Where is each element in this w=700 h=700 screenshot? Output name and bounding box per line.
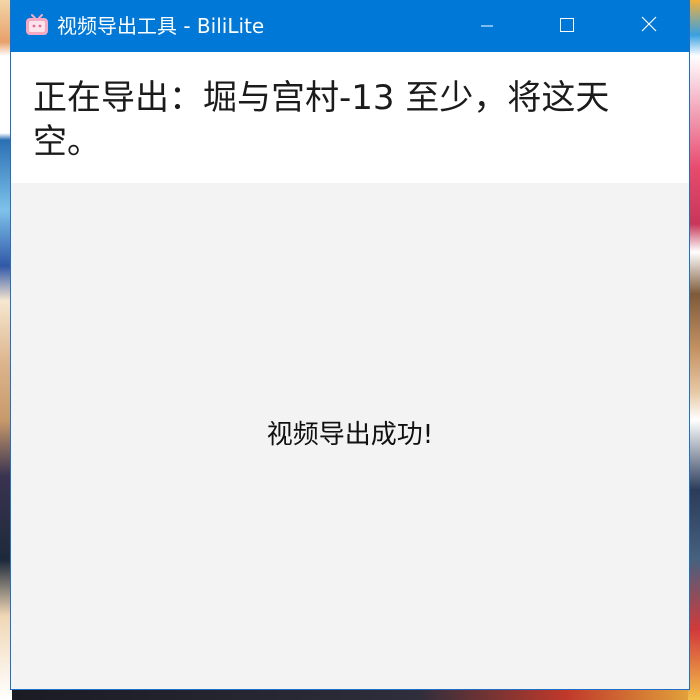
close-icon bbox=[641, 16, 657, 36]
close-button[interactable] bbox=[609, 0, 689, 52]
window-title: 视频导出工具 - BiliLite bbox=[57, 14, 265, 38]
minimize-button[interactable] bbox=[447, 0, 527, 52]
export-title: 正在导出：堀与宫村-13 至少，将这天空。 bbox=[33, 78, 610, 162]
export-content-area: 视频导出成功! bbox=[11, 183, 689, 689]
background-thumbnails-right bbox=[688, 0, 700, 700]
background-thumbnails-bottom bbox=[12, 689, 688, 700]
export-header-panel: 正在导出：堀与宫村-13 至少，将这天空。 bbox=[11, 52, 689, 183]
maximize-button[interactable] bbox=[527, 0, 607, 52]
maximize-icon bbox=[560, 17, 574, 36]
minimize-icon bbox=[481, 17, 493, 36]
export-dialog-window: 视频导出工具 - BiliLite 正在导出：堀与宫村-13 至少，将这天空。 … bbox=[11, 0, 689, 689]
export-status-message: 视频导出成功! bbox=[266, 420, 434, 450]
bilibili-tv-icon bbox=[25, 14, 49, 36]
title-bar[interactable]: 视频导出工具 - BiliLite bbox=[11, 0, 689, 52]
